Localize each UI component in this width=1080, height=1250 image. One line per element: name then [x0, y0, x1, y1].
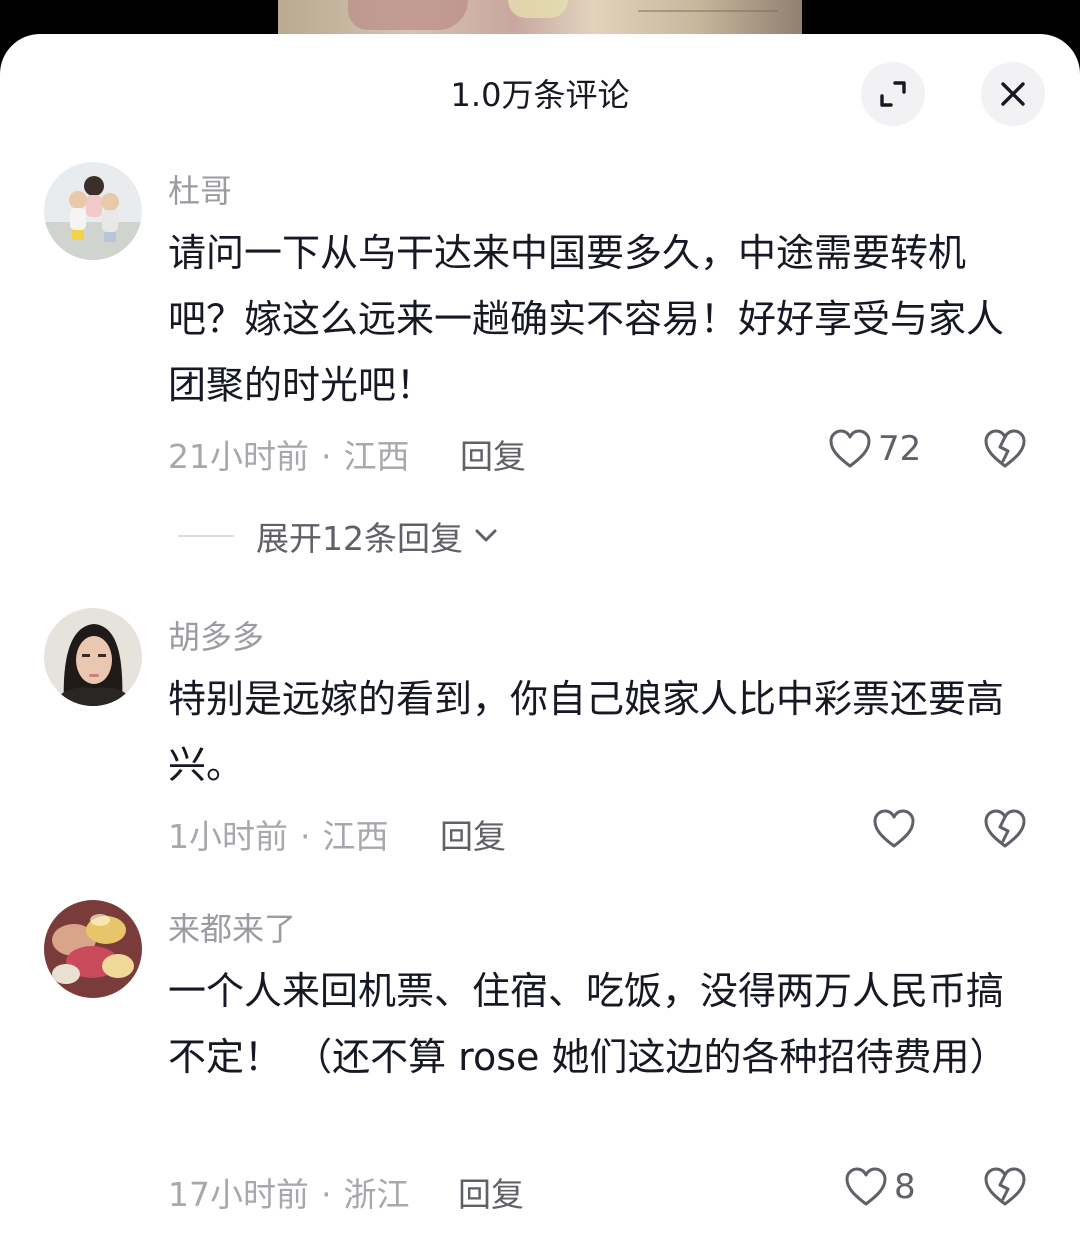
- comment-meta: 21小时前 · 江西: [168, 437, 410, 476]
- comment-time: 1小时前: [168, 817, 288, 856]
- reply-button[interactable]: 回复: [458, 1168, 524, 1216]
- comment-location: 浙江: [343, 1175, 410, 1214]
- heart-outline-icon: [829, 429, 871, 468]
- broken-heart-icon: [984, 1167, 1026, 1206]
- heart-outline-icon: [873, 809, 915, 848]
- comment-location: 江西: [343, 437, 410, 476]
- close-icon: [1001, 82, 1025, 106]
- comment-meta: 17小时前 · 浙江: [168, 1175, 410, 1214]
- comments-sheet: 1.0万条评论 杜哥 请问一下从乌干达来中国要多久，中途需要转机吧？嫁这么远来一…: [0, 34, 1080, 1250]
- avatar-image: [44, 608, 142, 706]
- comment-meta: 1小时前 · 江西: [168, 817, 389, 856]
- broken-heart-icon: [984, 429, 1026, 468]
- expand-replies-label: 展开12条回复: [256, 519, 463, 558]
- expand-sheet-button[interactable]: [861, 62, 925, 126]
- chevron-down-icon: [475, 529, 497, 542]
- like-button[interactable]: [872, 808, 922, 850]
- comment-text: 请问一下从乌干达来中国要多久，中途需要转机吧？嫁这么远来一趟确实不容易！好好享受…: [168, 231, 1005, 407]
- expand-replies-row[interactable]: 展开12条回复: [178, 512, 503, 560]
- comment-location: 江西: [322, 817, 389, 856]
- reply-button[interactable]: 回复: [440, 810, 506, 858]
- dislike-button[interactable]: [983, 428, 1027, 474]
- close-button[interactable]: [981, 62, 1045, 126]
- heart-outline-icon: [845, 1167, 887, 1206]
- comment-username[interactable]: 来都来了: [168, 904, 296, 950]
- comment-username[interactable]: 杜哥: [168, 166, 232, 212]
- broken-heart-icon: [984, 809, 1026, 848]
- avatar[interactable]: [44, 900, 142, 998]
- like-count: 8: [894, 1167, 916, 1207]
- like-button[interactable]: 8: [844, 1166, 916, 1208]
- like-button[interactable]: 72: [828, 428, 921, 470]
- comment-username[interactable]: 胡多多: [168, 612, 264, 658]
- comment-time: 17小时前: [168, 1175, 309, 1214]
- comment-text: 特别是远嫁的看到，你自己娘家人比中彩票还要高兴。: [168, 677, 1005, 787]
- expand-arrows-icon: [880, 81, 906, 107]
- reply-button[interactable]: 回复: [460, 430, 526, 478]
- comment-text: 一个人来回机票、住宿、吃饭，没得两万人民币搞不定！ （还不算 rose 她们这边…: [168, 969, 1008, 1079]
- divider: [178, 535, 234, 537]
- comment-time: 21小时前: [168, 437, 309, 476]
- dislike-button[interactable]: [983, 808, 1027, 854]
- avatar-image: [44, 162, 142, 260]
- avatar[interactable]: [44, 608, 142, 706]
- dislike-button[interactable]: [983, 1166, 1027, 1212]
- avatar[interactable]: [44, 162, 142, 260]
- avatar-image: [44, 900, 142, 998]
- like-count: 72: [878, 429, 922, 469]
